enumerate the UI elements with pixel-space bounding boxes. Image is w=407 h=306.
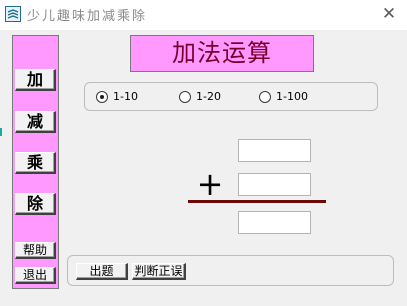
radio-unchecked-icon: [179, 91, 191, 103]
addition-button[interactable]: 加: [15, 69, 56, 91]
new-question-button[interactable]: 出题: [76, 263, 128, 280]
close-icon[interactable]: ✕: [378, 3, 400, 25]
first-operand-field[interactable]: [238, 139, 311, 162]
operator-sign: +: [196, 165, 224, 203]
multiplication-button[interactable]: 乘: [15, 152, 56, 174]
window-title: 少儿趣味加减乘除: [27, 9, 148, 24]
exit-button[interactable]: 退出: [15, 267, 56, 284]
action-group: 出题 判断正误: [67, 255, 394, 286]
help-button[interactable]: 帮助: [15, 242, 56, 259]
number-range-group: 1-10 1-20 1-100: [84, 82, 378, 111]
radio-unchecked-icon: [259, 91, 271, 103]
main-window: 加 减 乘 除 帮助 退出 加法运算 1-10 1-20 1-100 + 出题 …: [0, 30, 407, 306]
window-edge-marker: [0, 128, 2, 136]
page-title: 加法运算: [130, 35, 314, 72]
radio-checked-icon: [96, 91, 108, 103]
answer-field[interactable]: [238, 211, 311, 234]
check-answer-button[interactable]: 判断正误: [132, 263, 186, 280]
result-divider: [188, 200, 326, 203]
operation-sidebar: 加 减 乘 除 帮助 退出: [12, 35, 59, 289]
title-bar: 少儿趣味加减乘除 ✕: [0, 0, 407, 30]
subtraction-button[interactable]: 减: [15, 111, 56, 133]
app-icon: [5, 6, 21, 22]
second-operand-field[interactable]: [238, 173, 311, 196]
division-button[interactable]: 除: [15, 193, 56, 215]
